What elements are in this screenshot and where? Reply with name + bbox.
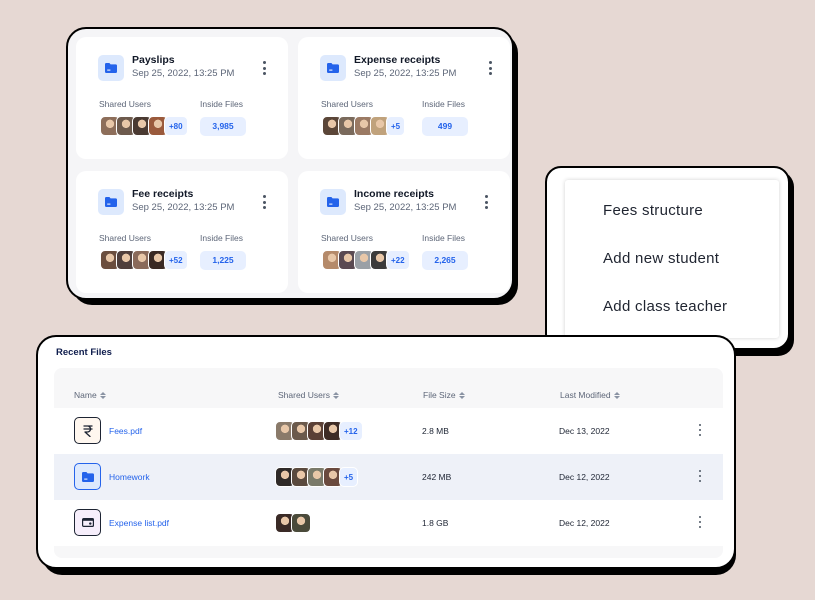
- more-users-badge[interactable]: +22: [386, 250, 410, 270]
- folder-icon: [320, 55, 346, 81]
- shared-users-label: Shared Users: [99, 99, 151, 109]
- folder-card[interactable]: Expense receipts Sep 25, 2022, 13:25 PM …: [298, 37, 510, 159]
- file-name-link[interactable]: Fees.pdf: [109, 426, 142, 436]
- recent-files-table: Name Shared Users File Size Last Modifie…: [54, 368, 723, 558]
- folder-icon: [98, 55, 124, 81]
- folder-icon: [98, 189, 124, 215]
- more-users-badge[interactable]: +52: [164, 250, 188, 270]
- more-options-icon[interactable]: [258, 193, 270, 211]
- shared-avatars: +80: [100, 116, 200, 136]
- file-size: 2.8 MB: [422, 426, 449, 436]
- more-options-icon[interactable]: [480, 193, 492, 211]
- inside-files-label: Inside Files: [422, 99, 465, 109]
- folder-card[interactable]: Payslips Sep 25, 2022, 13:25 PM Shared U…: [76, 37, 288, 159]
- menu-item-add-new-student[interactable]: Add new student: [603, 250, 719, 267]
- shared-users-label: Shared Users: [321, 233, 373, 243]
- folder-date: Sep 25, 2022, 13:25 PM: [354, 202, 457, 213]
- file-size: 1.8 GB: [422, 518, 449, 528]
- last-modified: Dec 12, 2022: [559, 518, 610, 528]
- table-row[interactable]: Homework +5 242 MB Dec 12, 2022: [54, 454, 723, 500]
- shared-avatars: +22: [322, 250, 422, 270]
- inside-files-count: 499: [422, 116, 468, 136]
- inside-files-label: Inside Files: [422, 233, 465, 243]
- column-label: Shared Users: [278, 390, 330, 400]
- sort-icon: [613, 391, 620, 399]
- shared-users-label: Shared Users: [321, 99, 373, 109]
- column-header-last-modified[interactable]: Last Modified: [560, 390, 620, 400]
- more-users-badge[interactable]: +5: [339, 467, 359, 487]
- folder-title: Income receipts: [354, 188, 434, 200]
- column-label: Name: [74, 390, 97, 400]
- file-name-link[interactable]: Homework: [109, 472, 150, 482]
- sort-icon: [99, 391, 106, 399]
- folder-cards-panel: Payslips Sep 25, 2022, 13:25 PM Shared U…: [66, 27, 514, 300]
- column-label: Last Modified: [560, 390, 611, 400]
- more-users-badge[interactable]: +12: [339, 421, 363, 441]
- more-users-badge[interactable]: +5: [386, 116, 406, 136]
- column-header-file-size[interactable]: File Size: [423, 390, 465, 400]
- table-row[interactable]: Expense list.pdf 1.8 GB Dec 12, 2022: [54, 500, 723, 546]
- column-label: File Size: [423, 390, 456, 400]
- inside-files-count: 2,265: [422, 250, 468, 270]
- recent-files-panel: Recent Files Name Shared Users File Size…: [36, 335, 736, 569]
- inside-files-count: 1,225: [200, 250, 246, 270]
- more-options-icon[interactable]: [258, 59, 270, 77]
- table-row[interactable]: Fees.pdf +12 2.8 MB Dec 13, 2022: [54, 408, 723, 454]
- column-header-shared-users[interactable]: Shared Users: [278, 390, 339, 400]
- more-options-icon[interactable]: [484, 59, 496, 77]
- last-modified: Dec 13, 2022: [559, 426, 610, 436]
- shared-users-label: Shared Users: [99, 233, 151, 243]
- file-size: 242 MB: [422, 472, 452, 482]
- column-header-name[interactable]: Name: [74, 390, 106, 400]
- recent-files-title: Recent Files: [56, 347, 112, 358]
- folder-date: Sep 25, 2022, 13:25 PM: [132, 202, 235, 213]
- rupee-icon: [74, 417, 101, 444]
- more-options-icon[interactable]: [696, 470, 704, 482]
- shared-avatars: [275, 513, 311, 533]
- more-users-badge[interactable]: +80: [164, 116, 188, 136]
- action-menu: Fees structure Add new student Add class…: [565, 180, 779, 338]
- folder-date: Sep 25, 2022, 13:25 PM: [354, 68, 457, 79]
- inside-files-label: Inside Files: [200, 99, 243, 109]
- folder-card[interactable]: Income receipts Sep 25, 2022, 13:25 PM S…: [298, 171, 510, 293]
- shared-avatars: +52: [100, 250, 200, 270]
- file-name-link[interactable]: Expense list.pdf: [109, 518, 169, 528]
- shared-avatars: +5: [275, 467, 359, 487]
- folder-icon: [74, 463, 101, 490]
- folder-icon: [320, 189, 346, 215]
- folder-title: Fee receipts: [132, 188, 194, 200]
- action-menu-panel: Fees structure Add new student Add class…: [545, 166, 790, 350]
- folder-date: Sep 25, 2022, 13:25 PM: [132, 68, 235, 79]
- folder-title: Expense receipts: [354, 54, 441, 66]
- sort-icon: [332, 391, 339, 399]
- more-options-icon[interactable]: [696, 424, 704, 436]
- shared-avatars: +12: [275, 421, 363, 441]
- inside-files-count: 3,985: [200, 116, 246, 136]
- menu-item-fees-structure[interactable]: Fees structure: [603, 202, 703, 219]
- inside-files-label: Inside Files: [200, 233, 243, 243]
- more-options-icon[interactable]: [696, 516, 704, 528]
- folder-title: Payslips: [132, 54, 175, 66]
- folder-card[interactable]: Fee receipts Sep 25, 2022, 13:25 PM Shar…: [76, 171, 288, 293]
- avatar: [291, 513, 311, 533]
- sort-icon: [458, 391, 465, 399]
- shared-avatars: +5: [322, 116, 422, 136]
- wallet-icon: [74, 509, 101, 536]
- last-modified: Dec 12, 2022: [559, 472, 610, 482]
- menu-item-add-class-teacher[interactable]: Add class teacher: [603, 298, 727, 315]
